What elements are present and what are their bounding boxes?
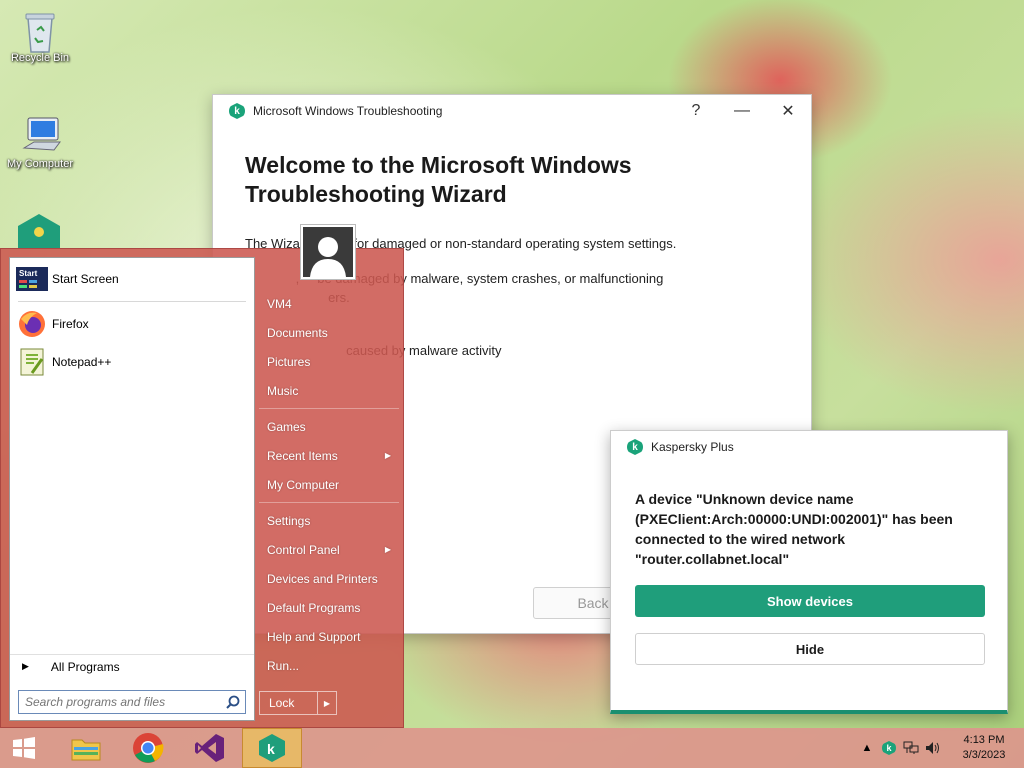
link-label: Control Panel: [267, 542, 340, 557]
recycle-bin-icon: [20, 8, 60, 53]
window-title: Microsoft Windows Troubleshooting: [253, 104, 443, 118]
link-label: Default Programs: [267, 600, 361, 615]
clock[interactable]: 4:13 PM 3/3/2023: [944, 733, 1024, 763]
notepad-plus-plus-icon: [16, 346, 48, 378]
start-button[interactable]: [0, 728, 48, 768]
link-label: Run...: [267, 658, 300, 673]
separator: [259, 502, 399, 503]
desktop-icon-recycle-bin[interactable]: Recycle Bin: [0, 8, 80, 64]
desktop-icon-my-computer[interactable]: My Computer: [0, 114, 80, 170]
taskbar-visual-studio[interactable]: [180, 728, 240, 768]
kaspersky-tray-icon[interactable]: k: [878, 741, 900, 755]
link-label: Settings: [267, 513, 311, 528]
link-documents[interactable]: Documents: [259, 318, 399, 347]
svg-text:Start: Start: [19, 269, 38, 278]
start-item-notepad-plus-plus[interactable]: Notepad++: [10, 343, 254, 381]
link-settings[interactable]: Settings: [259, 506, 399, 535]
taskbar-kaspersky[interactable]: k: [242, 728, 302, 768]
separator: [259, 408, 399, 409]
start-search-box[interactable]: [18, 690, 246, 714]
link-label: Recent Items: [267, 448, 338, 463]
minimize-button[interactable]: —: [719, 95, 765, 127]
computer-icon: [20, 114, 61, 154]
firefox-icon: [16, 308, 48, 340]
chevron-right-icon: ▶: [384, 545, 391, 554]
notification-message: A device "Unknown device name (PXEClient…: [635, 491, 953, 567]
link-help-and-support[interactable]: Help and Support: [259, 622, 399, 651]
link-label: Help and Support: [267, 629, 361, 644]
search-icon[interactable]: [221, 695, 245, 709]
kaspersky-desktop-icon[interactable]: [18, 214, 60, 248]
kaspersky-notification: k Kaspersky Plus A device "Unknown devic…: [610, 430, 1008, 714]
lock-button[interactable]: Lock ▶: [259, 691, 337, 715]
close-button[interactable]: ✕: [765, 95, 811, 127]
notification-title: Kaspersky Plus: [651, 440, 734, 454]
start-menu-programs-pane: Start Start Screen Firefox Notepad++ ▶ A…: [9, 257, 255, 721]
hide-button[interactable]: Hide: [635, 633, 985, 665]
kaspersky-logo-icon: k: [627, 439, 643, 455]
link-default-programs[interactable]: Default Programs: [259, 593, 399, 622]
start-item-label: Firefox: [52, 317, 89, 331]
taskbar-file-explorer[interactable]: [56, 728, 116, 768]
clock-time: 4:13 PM: [963, 734, 1005, 746]
windows-start-icon: [13, 737, 35, 759]
start-menu-links-pane: VM4 Documents Pictures Music Games Recen…: [259, 289, 399, 680]
svg-text:k: k: [267, 741, 275, 757]
user-avatar[interactable]: [300, 224, 356, 280]
search-input[interactable]: [19, 692, 221, 712]
kaspersky-logo-icon: k: [229, 103, 245, 119]
desktop-icon-label: My Computer: [6, 158, 74, 170]
start-item-label: Notepad++: [52, 355, 112, 369]
link-games[interactable]: Games: [259, 412, 399, 441]
link-label: Devices and Printers: [267, 571, 378, 586]
link-pictures[interactable]: Pictures: [259, 347, 399, 376]
link-label: Games: [267, 419, 306, 434]
start-item-start-screen[interactable]: Start Start Screen: [10, 260, 254, 298]
show-hidden-icons-button[interactable]: ▲: [856, 742, 878, 754]
all-programs-button[interactable]: ▶ All Programs: [10, 654, 254, 678]
link-control-panel[interactable]: Control Panel ▶: [259, 535, 399, 564]
link-label: Pictures: [267, 354, 311, 369]
start-menu: Start Start Screen Firefox Notepad++ ▶ A…: [0, 248, 404, 728]
chrome-icon: [133, 733, 164, 763]
kaspersky-icon: k: [259, 734, 285, 762]
file-explorer-icon: [71, 739, 101, 761]
link-label: VM4: [267, 296, 292, 311]
link-music[interactable]: Music: [259, 376, 399, 405]
visual-studio-icon: [195, 734, 224, 762]
link-run[interactable]: Run...: [259, 651, 399, 680]
taskbar: k ▲ k 4:13 PM 3/3/2023: [0, 728, 1024, 768]
link-my-computer[interactable]: My Computer: [259, 470, 399, 499]
notification-header: k Kaspersky Plus: [611, 431, 1007, 463]
clock-date: 3/3/2023: [962, 749, 1006, 761]
desktop-icon-label: Recycle Bin: [10, 52, 70, 64]
link-devices-and-printers[interactable]: Devices and Printers: [259, 564, 399, 593]
help-button[interactable]: ?: [673, 95, 719, 127]
taskbar-chrome[interactable]: [118, 728, 178, 768]
link-label: Music: [267, 383, 299, 398]
link-label: Documents: [267, 325, 328, 340]
link-recent-items[interactable]: Recent Items ▶: [259, 441, 399, 470]
system-tray: ▲ k 4:13 PM 3/3/2023: [856, 728, 1024, 768]
link-label: My Computer: [267, 477, 340, 492]
separator: [18, 301, 246, 302]
user-silhouette-icon: [303, 227, 353, 277]
triangle-right-icon: ▶: [22, 661, 29, 671]
chevron-right-icon: ▶: [384, 451, 391, 460]
show-devices-button[interactable]: Show devices: [635, 585, 985, 617]
link-vm4[interactable]: VM4: [259, 289, 399, 318]
wizard-heading: Welcome to the Microsoft Windows Trouble…: [245, 152, 632, 207]
chevron-right-icon[interactable]: ▶: [318, 692, 336, 714]
window-titlebar[interactable]: k Microsoft Windows Troubleshooting ? — …: [213, 95, 811, 127]
all-programs-label: All Programs: [50, 659, 120, 674]
network-icon[interactable]: [900, 741, 922, 755]
volume-icon[interactable]: [922, 741, 944, 755]
lock-label[interactable]: Lock: [260, 692, 318, 714]
start-item-firefox[interactable]: Firefox: [10, 305, 254, 343]
start-screen-icon: Start: [16, 263, 48, 295]
start-item-label: Start Screen: [52, 272, 119, 286]
